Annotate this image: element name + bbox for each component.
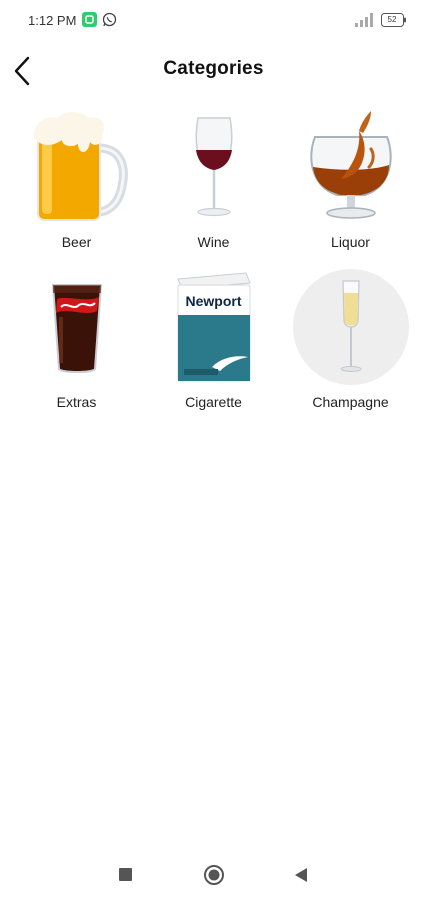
category-liquor[interactable]: Liquor: [292, 106, 409, 262]
category-label: Wine: [197, 234, 230, 250]
recents-icon[interactable]: [119, 868, 132, 881]
status-bar: 1:12 PM 52: [0, 0, 427, 40]
category-label: Extras: [56, 394, 97, 410]
pack-brand-text: Newport: [185, 293, 242, 309]
soda-glass-image: [18, 266, 135, 388]
signal-icon: [355, 13, 373, 27]
liquor-glass-image: [292, 106, 409, 228]
category-cigarette[interactable]: Newport Cigarette: [155, 266, 272, 422]
category-champagne[interactable]: Champagne: [292, 266, 409, 422]
battery-icon: 52: [381, 13, 407, 27]
category-grid: Beer Wine Liquor Extras Newport Cigarett…: [18, 106, 410, 422]
category-label: Champagne: [312, 394, 389, 410]
whatsapp-icon: [102, 12, 117, 27]
category-wine[interactable]: Wine: [155, 106, 272, 262]
page-title: Categories: [163, 58, 264, 79]
category-label: Liquor: [331, 234, 370, 250]
category-label: Beer: [61, 234, 92, 250]
cigarette-pack-image: Newport: [155, 266, 272, 388]
system-nav-bar: [0, 852, 427, 900]
home-icon[interactable]: [203, 864, 225, 886]
back-icon[interactable]: [294, 867, 308, 883]
beer-mug-image: [18, 106, 135, 228]
wine-glass-image: [155, 106, 272, 228]
header: Categories: [0, 48, 427, 92]
app-notification-icon: [82, 12, 97, 27]
champagne-flute-image: [292, 266, 409, 388]
category-label: Cigarette: [185, 394, 242, 410]
status-time: 1:12 PM: [28, 13, 77, 28]
category-beer[interactable]: Beer: [18, 106, 135, 262]
category-extras[interactable]: Extras: [18, 266, 135, 422]
champagne-background: [292, 269, 409, 385]
battery-level: 52: [387, 15, 397, 24]
